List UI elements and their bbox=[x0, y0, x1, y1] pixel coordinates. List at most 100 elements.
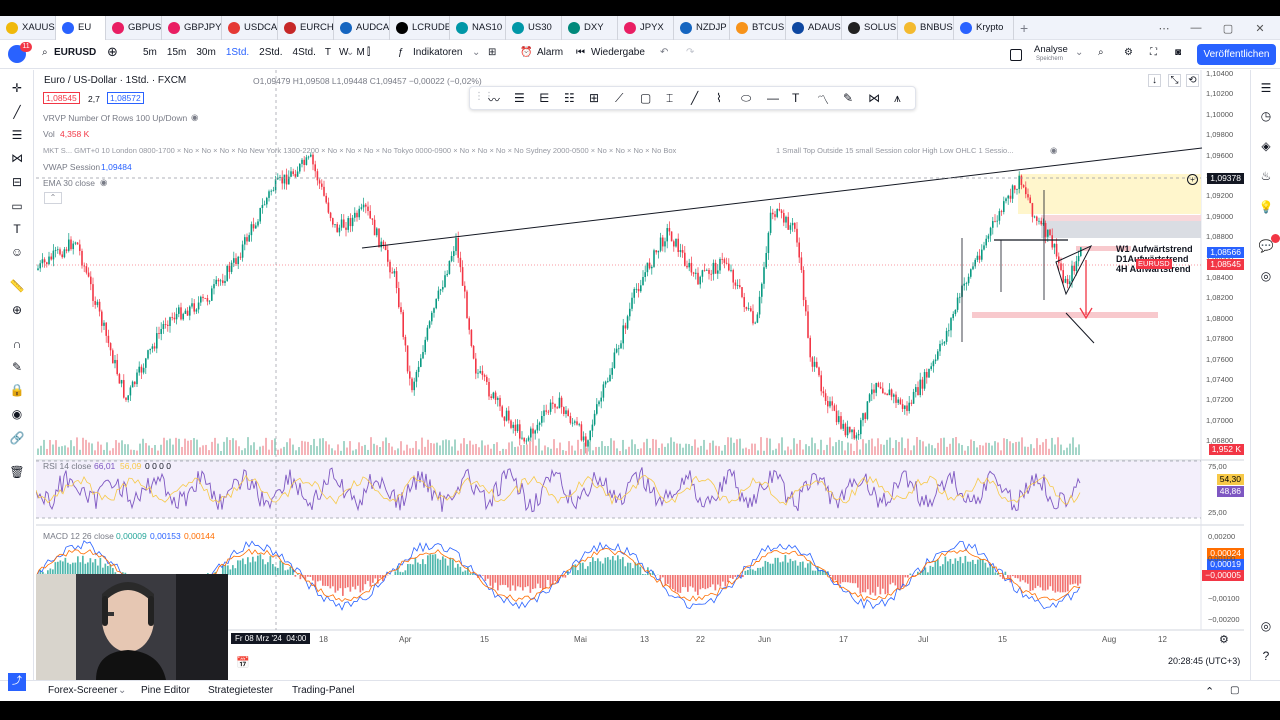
timeframe-button[interactable]: 5m bbox=[138, 47, 162, 58]
symbol-tab[interactable]: GBPUS bbox=[106, 15, 162, 40]
sessions-eye-icon[interactable]: ◉ bbox=[1050, 145, 1057, 156]
favorite-tool-16-icon[interactable]: ⋈ bbox=[868, 91, 880, 105]
scroll-down-icon[interactable]: ↓ bbox=[1148, 74, 1161, 87]
alerts-clock-icon[interactable]: ◷ bbox=[1258, 108, 1274, 124]
settings-icon[interactable]: ⚙ bbox=[1124, 47, 1133, 58]
emoji-icon[interactable]: ☺ bbox=[9, 244, 25, 260]
reset-chart-icon[interactable]: ⟲ bbox=[1186, 74, 1199, 87]
timeframe-button[interactable]: 4Std. bbox=[288, 47, 321, 58]
layers-icon[interactable]: ◈ bbox=[1258, 138, 1274, 154]
trading-panel-toggle-icon[interactable]: ⤴ bbox=[8, 673, 26, 691]
favorite-ellipse-icon[interactable]: ⬭ bbox=[741, 91, 751, 106]
date-range-icon[interactable]: 📅 bbox=[236, 656, 250, 669]
rectangle-icon[interactable]: ▭ bbox=[9, 198, 25, 214]
indicators-button[interactable]: Indikatoren bbox=[413, 47, 462, 58]
pine-editor-tab[interactable]: Pine Editor bbox=[141, 685, 190, 696]
analyse-dropdown-icon[interactable]: ⌄ bbox=[1075, 47, 1083, 58]
add-alert-price-icon[interactable]: + bbox=[1187, 174, 1198, 185]
favorite-brush-icon[interactable]: ✎ bbox=[843, 91, 853, 105]
timeframe-button[interactable]: T bbox=[321, 47, 335, 58]
more-icon[interactable]: ⋯ bbox=[1148, 22, 1180, 35]
replay-icon[interactable]: ⏮ bbox=[576, 47, 585, 58]
symbol-tab[interactable]: JPYX bbox=[618, 15, 674, 40]
layout-grid-icon[interactable]: ⊞ bbox=[488, 47, 496, 58]
symbol-tab[interactable]: US30 bbox=[506, 15, 562, 40]
position-tool-icon[interactable]: ⊟ bbox=[9, 174, 25, 190]
symbol-name[interactable]: EURUSD bbox=[54, 47, 96, 58]
favorite-hline-icon[interactable]: — bbox=[767, 91, 779, 105]
trendline-icon[interactable]: ╱ bbox=[9, 104, 25, 120]
visibility-eye-icon[interactable]: ◉ bbox=[9, 406, 25, 422]
timeframe-dropdown-icon[interactable]: ⌄ bbox=[346, 47, 354, 58]
alarm-icon[interactable]: ⏰ bbox=[520, 47, 532, 58]
sell-price-box[interactable]: 1,08545 bbox=[43, 92, 80, 104]
help-icon[interactable]: ? bbox=[1258, 648, 1274, 664]
pattern-icon[interactable]: ⋈ bbox=[9, 150, 25, 166]
vrvp-eye-icon[interactable]: ◉ bbox=[191, 112, 198, 123]
lock-icon[interactable]: 🔒 bbox=[9, 382, 25, 398]
watchlist-icon[interactable]: ☰ bbox=[1258, 80, 1274, 96]
stay-drawing-icon[interactable]: ✎ bbox=[9, 359, 25, 375]
symbol-tab[interactable]: SOLUS bbox=[842, 15, 898, 40]
clock[interactable]: 20:28:45 (UTC+3) bbox=[1168, 656, 1240, 666]
collapse-legend-icon[interactable]: ⌃ bbox=[44, 192, 62, 204]
symbol-tab[interactable]: EU bbox=[56, 15, 106, 40]
link-icon[interactable]: 🔗 bbox=[9, 430, 25, 446]
target-icon[interactable]: ◎ bbox=[1258, 618, 1274, 634]
indicators-dropdown-icon[interactable]: ⌄ bbox=[472, 47, 480, 58]
fullscreen-icon[interactable]: ⛶ bbox=[1150, 47, 1157, 58]
chart-type-icon[interactable]: ⫿ bbox=[367, 47, 370, 58]
undo-icon[interactable]: ↶ bbox=[660, 47, 668, 58]
close-window-icon[interactable]: ✕ bbox=[1244, 22, 1276, 35]
replay-button[interactable]: Wiedergabe bbox=[591, 47, 645, 58]
redo-icon[interactable]: ↷ bbox=[686, 47, 694, 58]
add-tab-icon[interactable]: + bbox=[1020, 20, 1028, 36]
zoom-in-icon[interactable]: ⊕ bbox=[9, 302, 25, 318]
favorite-trendline-icon[interactable]: ╱ bbox=[691, 91, 698, 105]
restore-icon[interactable]: ▢ bbox=[1212, 22, 1244, 35]
favorite-tool-3-icon[interactable]: ⋿ bbox=[539, 91, 549, 105]
symbol-tab[interactable]: GBPJPY bbox=[162, 15, 222, 40]
chart-area[interactable]: Euro / US-Dollar · 1Std. · FXCM O1,09479… bbox=[36, 69, 1244, 655]
fib-retracement-icon[interactable]: ☰ bbox=[9, 127, 25, 143]
indicators-icon[interactable]: ƒ bbox=[398, 47, 404, 58]
price-chart-svg[interactable] bbox=[36, 70, 1244, 655]
symbol-search-icon[interactable]: ⌕ bbox=[42, 47, 48, 58]
favorite-rectangle-icon[interactable]: ▢ bbox=[640, 91, 651, 105]
minimize-icon[interactable]: — bbox=[1180, 22, 1212, 34]
alarm-button[interactable]: Alarm bbox=[537, 47, 563, 58]
symbol-tab[interactable]: NZDJP bbox=[674, 15, 730, 40]
symbol-tab[interactable]: BTCUS bbox=[730, 15, 786, 40]
symbol-tab[interactable]: AUDCA bbox=[334, 15, 390, 40]
symbol-tab[interactable]: ADAUS bbox=[786, 15, 842, 40]
publish-button[interactable]: Veröffentlichen bbox=[1197, 44, 1276, 65]
symbol-tab[interactable]: XAUUS bbox=[0, 15, 56, 40]
symbol-tab[interactable]: EURCH bbox=[278, 15, 334, 40]
symbol-tab[interactable]: USDCA bbox=[222, 15, 278, 40]
compare-symbol-icon[interactable]: ⊕ bbox=[107, 44, 118, 60]
favorite-tool-1-icon[interactable]: 〰 bbox=[488, 91, 500, 108]
symbol-tab[interactable]: LCRUDE bbox=[390, 15, 450, 40]
favorite-tool-14-icon[interactable]: 〽 bbox=[817, 91, 829, 108]
timeframe-button[interactable]: 1Std. bbox=[221, 47, 254, 58]
symbol-tab[interactable]: DXY bbox=[562, 15, 618, 40]
text-tool-icon[interactable]: T bbox=[9, 221, 25, 237]
timeframe-button[interactable]: 30m bbox=[191, 47, 220, 58]
symbol-tab[interactable]: NAS10 bbox=[450, 15, 506, 40]
magnet-icon[interactable]: ∩ bbox=[9, 336, 25, 352]
forex-screener-tab[interactable]: Forex-Screener bbox=[48, 685, 117, 696]
buy-price-box[interactable]: 1,08572 bbox=[107, 92, 144, 104]
favorite-tool-17-icon[interactable]: ⩚ bbox=[894, 91, 901, 106]
symbol-tab[interactable]: BNBUS bbox=[898, 15, 954, 40]
timeframe-button[interactable]: 2Std. bbox=[254, 47, 287, 58]
timeframe-button[interactable]: 15m bbox=[162, 47, 191, 58]
favorite-tool-6-icon[interactable]: ⟋ bbox=[615, 91, 623, 106]
favorite-text-icon[interactable]: T bbox=[792, 91, 799, 105]
maximize-panel-icon[interactable]: ▢ bbox=[1230, 685, 1239, 696]
maximize-pane-icon[interactable]: ⤡ bbox=[1168, 74, 1181, 87]
chart-settings-gear-icon[interactable]: ⚙ bbox=[1219, 633, 1229, 646]
trading-panel-tab[interactable]: Trading-Panel bbox=[292, 685, 354, 696]
quick-search-icon[interactable]: ⌕ bbox=[1098, 47, 1104, 58]
favorite-path-icon[interactable]: ⌇ bbox=[716, 91, 722, 105]
symbol-tab[interactable]: Krypto bbox=[954, 15, 1014, 40]
